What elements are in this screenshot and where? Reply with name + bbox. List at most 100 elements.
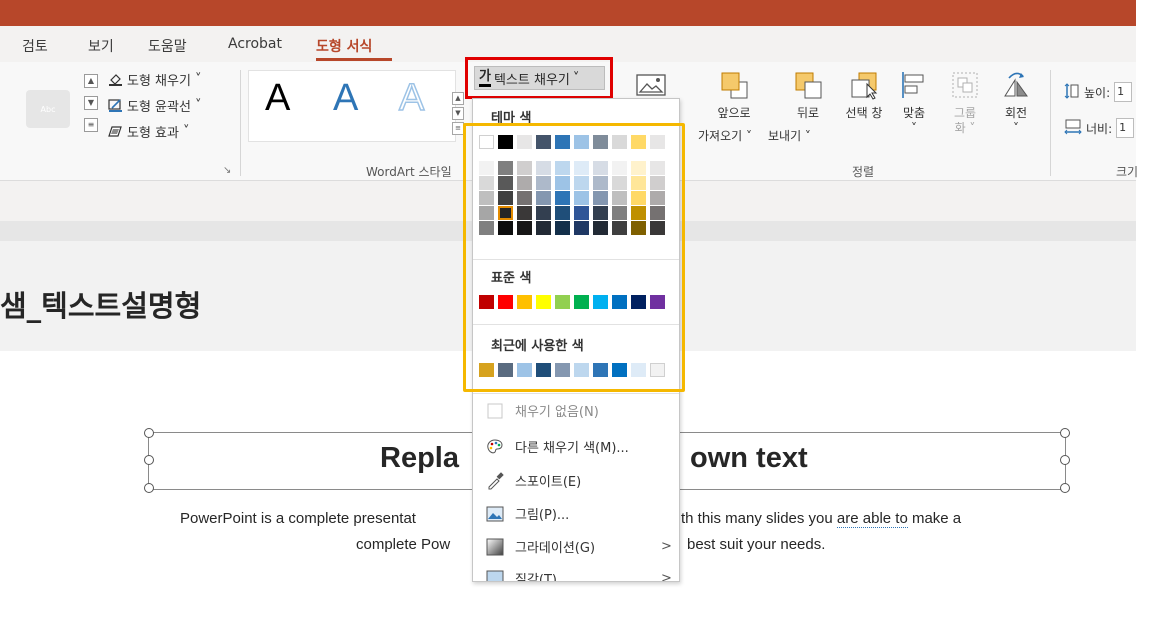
- shape-outline-command[interactable]: 도형 윤곽선 ˅: [108, 96, 201, 115]
- resize-handle[interactable]: [1060, 428, 1070, 438]
- no-fill-item[interactable]: 채우기 없음(N): [485, 401, 599, 420]
- gallery-down-button[interactable]: ▼: [84, 96, 98, 110]
- tab-acrobat[interactable]: Acrobat: [228, 36, 282, 52]
- picture-icon: [485, 505, 505, 523]
- texture-item[interactable]: 질감(T) >: [485, 569, 675, 582]
- align-label: 맞춤: [902, 106, 926, 120]
- send-backward-label-2[interactable]: 보내기 ˅: [768, 127, 811, 144]
- text-fill-icon: 가: [479, 69, 491, 87]
- body-text-segment: make a: [907, 510, 962, 527]
- shape-effects-icon: [108, 125, 123, 138]
- shape-fill-command[interactable]: 도형 채우기 ˅: [108, 70, 201, 89]
- active-tab-indicator: [316, 58, 392, 61]
- window-title-bar: [0, 0, 1136, 26]
- resize-handle[interactable]: [1060, 483, 1070, 493]
- submenu-arrow-icon: >: [661, 539, 672, 554]
- eyedropper-icon: [485, 471, 505, 490]
- body-text-segment: th this many slides you: [681, 510, 837, 527]
- width-field-row: 너비: 1: [1064, 118, 1135, 138]
- gallery-up-button[interactable]: ▲: [84, 74, 98, 88]
- chevron-down-icon: ˅: [572, 70, 580, 86]
- more-fill-colors-item[interactable]: 다른 채우기 색(M)...: [485, 437, 629, 456]
- shape-effects-label: 도형 효과: [127, 126, 179, 141]
- align-icon: [899, 70, 929, 100]
- paint-bucket-icon: [108, 73, 123, 86]
- tab-shape-format[interactable]: 도형 서식: [316, 36, 372, 56]
- resize-handle[interactable]: [1060, 455, 1070, 465]
- gradient-item[interactable]: 그라데이션(G) >: [485, 537, 675, 556]
- send-backward-icon: [793, 70, 823, 100]
- group-separator: [240, 70, 241, 176]
- text-outline-icon[interactable]: [636, 74, 666, 98]
- size-group-label: 크기: [1116, 165, 1139, 179]
- bring-forward-label-2[interactable]: 가져오기 ˅: [698, 127, 752, 144]
- selection-pane-icon: [849, 70, 879, 100]
- send-backward-button[interactable]: 뒤로: [780, 70, 836, 121]
- body-text-line1-right: th this many slides you are able to make…: [681, 510, 962, 528]
- more-fill-colors-label: 다른 채우기 색(M)...: [515, 441, 629, 456]
- empty-box-icon: [485, 402, 505, 420]
- thumbnail-text: Abc: [40, 104, 56, 114]
- align-dropdown-arrow: ˅: [911, 121, 917, 135]
- wordart-style-blue[interactable]: A: [333, 77, 358, 120]
- tab-help[interactable]: 도움말: [148, 36, 187, 56]
- eyedropper-item[interactable]: 스포이트(E): [485, 471, 581, 490]
- bring-forward-button[interactable]: 앞으로: [706, 70, 762, 121]
- selection-pane-label: 선택 창: [845, 106, 883, 120]
- wordart-group-label: WordArt 스타일: [366, 165, 452, 179]
- height-field-row: 높이: 1: [1064, 82, 1133, 102]
- width-label: 너비:: [1086, 121, 1113, 136]
- group-objects-icon: [950, 70, 980, 100]
- rotate-dropdown-arrow: ˅: [1013, 121, 1019, 135]
- width-input[interactable]: 1: [1116, 118, 1135, 138]
- shape-style-thumbnail[interactable]: Abc: [26, 90, 70, 128]
- shape-outline-label: 도형 윤곽선: [127, 100, 191, 115]
- arrange-group-label: 정렬: [852, 165, 875, 179]
- tab-view[interactable]: 보기: [88, 36, 114, 56]
- wordart-style-black[interactable]: A: [265, 77, 290, 120]
- no-fill-label: 채우기 없음(N): [515, 405, 599, 420]
- picture-fill-label: 그림(P)...: [515, 508, 570, 523]
- wordart-up-button[interactable]: ▲: [452, 92, 464, 105]
- body-text-line1-left: PowerPoint is a complete presentat: [180, 510, 416, 527]
- gradient-label: 그라데이션(G): [515, 541, 596, 556]
- text-fill-highlight: 가 텍스트 채우기 ˅: [465, 57, 613, 99]
- texture-icon: [485, 570, 505, 581]
- resize-handle[interactable]: [144, 428, 154, 438]
- height-input[interactable]: 1: [1114, 82, 1133, 102]
- shape-fill-label: 도형 채우기: [127, 74, 191, 89]
- picture-fill-item[interactable]: 그림(P)...: [485, 504, 569, 523]
- gallery-more-button[interactable]: ≡: [84, 118, 98, 132]
- group-label-1: 그룹: [953, 106, 977, 120]
- resize-handle[interactable]: [144, 455, 154, 465]
- body-text-line2-left: complete Pow: [356, 536, 451, 553]
- slide-title[interactable]: 샘_텍스트설명형: [0, 283, 201, 325]
- grammar-flag-text[interactable]: are able to: [836, 510, 908, 528]
- group-separator: [1050, 70, 1051, 176]
- bring-forward-icon: [719, 70, 749, 100]
- headline-text-left: Repla: [380, 442, 459, 474]
- texture-label: 질감(T): [515, 573, 558, 582]
- height-icon: [1064, 82, 1080, 102]
- selection-pane-button[interactable]: 선택 창: [836, 70, 892, 121]
- resize-handle[interactable]: [144, 483, 154, 493]
- wordart-down-button[interactable]: ▼: [452, 107, 464, 120]
- body-text-line2-right: best suit your needs.: [687, 536, 826, 553]
- text-fill-button[interactable]: 가 텍스트 채우기 ˅: [474, 66, 605, 90]
- group-button[interactable]: 그룹 화 ˅: [937, 70, 993, 136]
- send-backward-label-1: 뒤로: [796, 106, 820, 120]
- headline-text-right: own text: [690, 442, 808, 474]
- tab-review[interactable]: 검토: [22, 36, 48, 56]
- wordart-style-outline[interactable]: A: [398, 76, 425, 120]
- pen-outline-icon: [108, 99, 123, 112]
- shape-effects-command[interactable]: 도형 효과 ˅: [108, 122, 189, 141]
- rotate-icon: [1001, 70, 1031, 100]
- height-label: 높이:: [1084, 85, 1111, 100]
- rotate-button[interactable]: 회전 ˅: [988, 70, 1044, 136]
- color-palette-highlight: [463, 123, 685, 392]
- align-button[interactable]: 맞춤 ˅: [886, 70, 942, 136]
- text-fill-label: 텍스트 채우기: [493, 72, 570, 88]
- dialog-launcher-icon[interactable]: ↘: [223, 165, 231, 176]
- wordart-gallery[interactable]: A A A: [248, 70, 456, 142]
- group-label-2: 화 ˅: [954, 121, 976, 135]
